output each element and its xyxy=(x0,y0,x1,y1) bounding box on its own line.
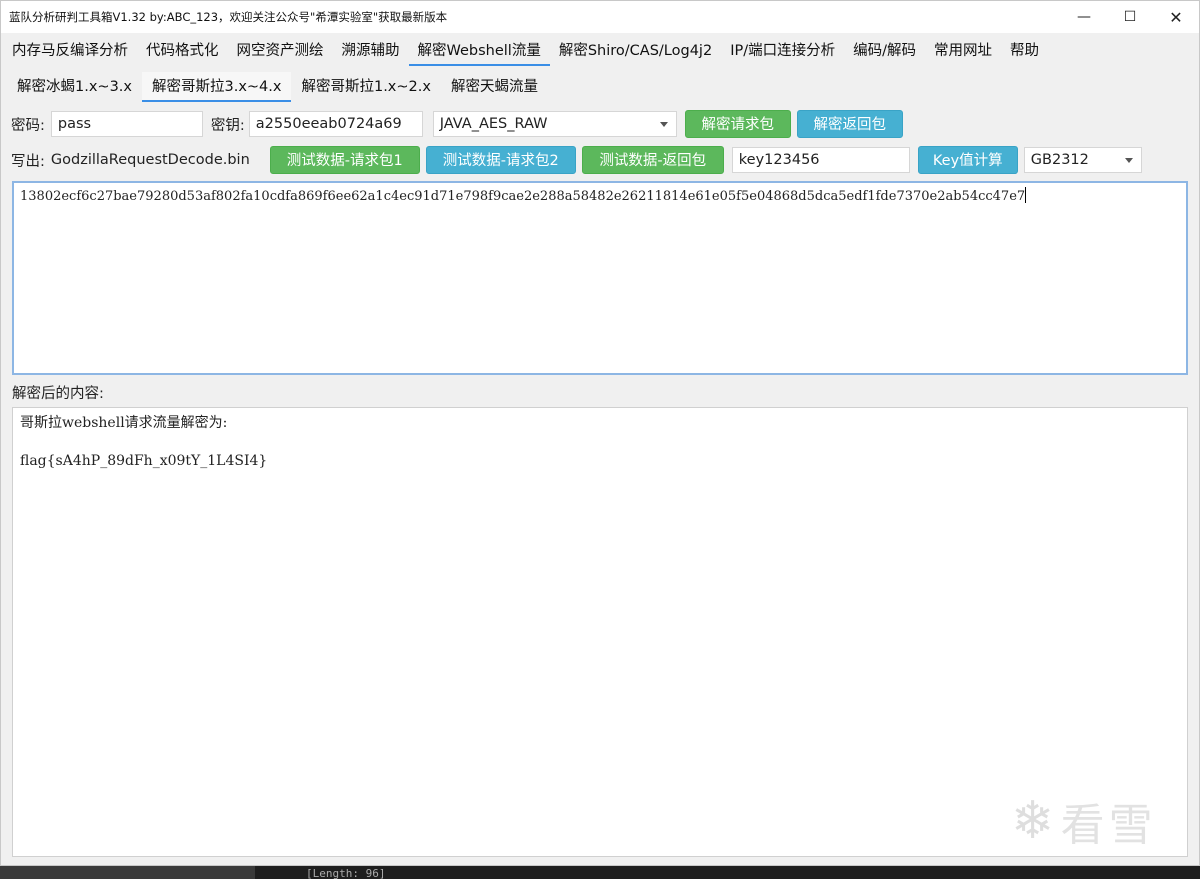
menu-help[interactable]: 帮助 xyxy=(1001,36,1048,66)
tab-behinder[interactable]: 解密冰蝎1.x~3.x xyxy=(7,72,142,102)
decrypted-output-area[interactable]: 哥斯拉webshell请求流量解密为: flag{sA4hP_89dFh_x09… xyxy=(12,407,1188,857)
decrypted-content-label: 解密后的内容: xyxy=(12,386,104,402)
charset-select-value: GB2312 xyxy=(1030,152,1089,168)
menu-common-urls[interactable]: 常用网址 xyxy=(925,36,1001,66)
menu-asset-mapping[interactable]: 网空资产测绘 xyxy=(228,36,333,66)
output-line-flag: flag{sA4hP_89dFh_x09tY_1L4SI4} xyxy=(20,453,268,469)
key-calc-button[interactable]: Key值计算 xyxy=(917,146,1018,174)
menu-ip-port-analysis[interactable]: IP/端口连接分析 xyxy=(721,36,844,66)
chevron-down-icon xyxy=(659,122,668,127)
decrypt-response-button[interactable]: 解密返回包 xyxy=(796,110,903,138)
encrypted-input-area[interactable]: 13802ecf6c27bae79280d53af802fa10cdfa869f… xyxy=(12,181,1188,375)
tab-tianxie[interactable]: 解密天蝎流量 xyxy=(441,72,548,102)
write-out-filename: GodzillaRequestDecode.bin xyxy=(50,152,250,168)
menu-decrypt-webshell[interactable]: 解密Webshell流量 xyxy=(408,36,550,66)
window-title: 蓝队分析研判工具箱V1.32 by:ABC_123，欢迎关注公众号"希潭实验室"… xyxy=(9,10,448,24)
sub-tabs: 解密冰蝎1.x~3.x 解密哥斯拉3.x~4.x 解密哥斯拉1.x~2.x 解密… xyxy=(1,71,1199,103)
maximize-button[interactable]: ☐ xyxy=(1107,1,1153,33)
output-blank-line xyxy=(20,433,1180,452)
close-button[interactable]: ✕ xyxy=(1153,1,1199,33)
key-value-input[interactable]: key123456 xyxy=(731,147,910,173)
mode-select-value: JAVA_AES_RAW xyxy=(439,116,548,132)
watermark: ❄ 看雪 xyxy=(1011,791,1191,851)
menu-code-format[interactable]: 代码格式化 xyxy=(137,36,228,66)
app-window: 蓝队分析研判工具箱V1.32 by:ABC_123，欢迎关注公众号"希潭实验室"… xyxy=(0,0,1200,866)
key-label: 密钥: xyxy=(210,117,245,134)
terminal-panel xyxy=(0,866,255,879)
tab-godzilla-1-2[interactable]: 解密哥斯拉1.x~2.x xyxy=(291,72,440,102)
title-bar: 蓝队分析研判工具箱V1.32 by:ABC_123，欢迎关注公众号"希潭实验室"… xyxy=(1,1,1199,33)
test-response-button[interactable]: 测试数据-返回包 xyxy=(581,146,724,174)
charset-select[interactable]: GB2312 xyxy=(1023,147,1142,173)
decrypt-request-button[interactable]: 解密请求包 xyxy=(684,110,791,138)
key-input[interactable]: a2550eeab0724a69 xyxy=(248,111,423,137)
password-row: 密码: pass 密钥: a2550eeab0724a69 JAVA_AES_R… xyxy=(1,109,1199,139)
main-menu: 内存马反编译分析 代码格式化 网空资产测绘 溯源辅助 解密Webshell流量 … xyxy=(1,33,1199,69)
menu-encode-decode[interactable]: 编码/解码 xyxy=(844,36,925,66)
minimize-button[interactable]: — xyxy=(1061,1,1107,33)
password-label: 密码: xyxy=(11,117,45,134)
output-line-header: 哥斯拉webshell请求流量解密为: xyxy=(20,415,228,431)
menu-decrypt-shiro[interactable]: 解密Shiro/CAS/Log4j2 xyxy=(550,36,721,66)
chevron-down-icon xyxy=(1124,158,1133,163)
mode-select[interactable]: JAVA_AES_RAW xyxy=(432,111,677,137)
test-request2-button[interactable]: 测试数据-请求包2 xyxy=(425,146,576,174)
snowflake-icon: ❄ xyxy=(1011,791,1055,851)
write-out-label: 写出: xyxy=(11,153,45,170)
terminal-text: [Length: 96] xyxy=(306,867,386,879)
text-caret xyxy=(1025,187,1027,203)
menu-trace-assist[interactable]: 溯源辅助 xyxy=(333,36,409,66)
password-input[interactable]: pass xyxy=(50,111,203,137)
encrypted-input-text: 13802ecf6c27bae79280d53af802fa10cdfa869f… xyxy=(20,189,1026,204)
test-request1-button[interactable]: 测试数据-请求包1 xyxy=(269,146,420,174)
watermark-text: 看雪 xyxy=(1060,800,1157,851)
menu-memshell-decompile[interactable]: 内存马反编译分析 xyxy=(3,36,137,66)
writeout-row: 写出: GodzillaRequestDecode.bin 测试数据-请求包1 … xyxy=(1,145,1199,175)
background-terminal: [Length: 96] xyxy=(0,866,1200,879)
tab-godzilla-3-4[interactable]: 解密哥斯拉3.x~4.x xyxy=(141,72,292,102)
